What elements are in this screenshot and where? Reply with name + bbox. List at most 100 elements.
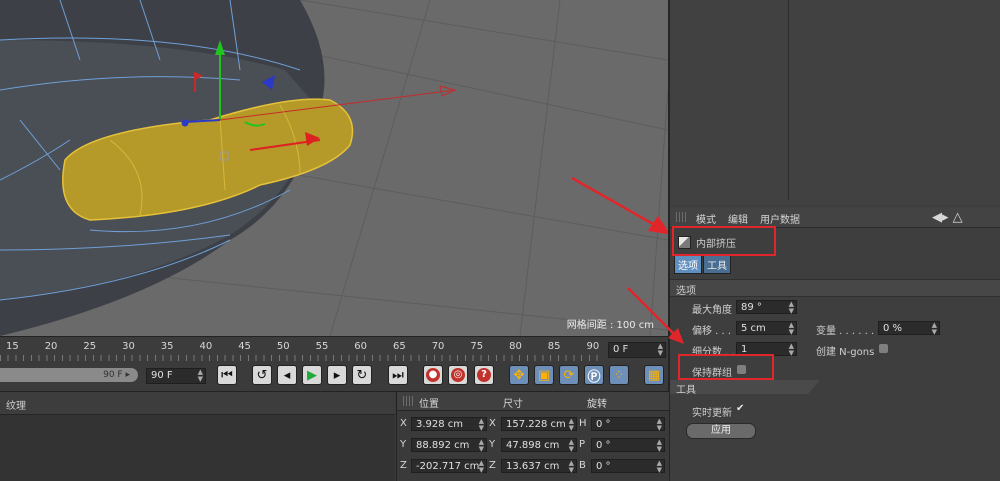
rotation-field-value: 0 ° [596, 419, 611, 430]
max-angle-label: 最大角度 [692, 305, 732, 316]
timeline-tick-label: 35 [160, 341, 174, 352]
rotate-key-icon[interactable]: ⟳ [559, 365, 579, 385]
move-key-icon[interactable]: ✥ [509, 365, 529, 385]
spinner-icon[interactable]: ▲ ▼ [932, 322, 937, 336]
realtime-update-label: 实时更新 [692, 408, 732, 419]
size-field-value: 157.228 cm [506, 419, 566, 430]
spinner-icon[interactable]: ▲ ▼ [657, 418, 662, 432]
end-frame-field[interactable]: 90 F ▲ ▼ [146, 368, 206, 384]
timeline-tick-label: 75 [470, 341, 484, 352]
menu-user-data[interactable]: 用户数据 [760, 211, 800, 226]
spinner-icon[interactable]: ▲ ▼ [569, 418, 574, 432]
size-axis-label: Y [489, 439, 496, 450]
menu-edit[interactable]: 编辑 [728, 211, 748, 226]
drag-grip-icon[interactable] [676, 212, 688, 222]
spinner-icon[interactable]: ▲ ▼ [789, 301, 794, 315]
timeline-ruler[interactable]: 15 20 25 30 35 40 45 50 55 60 65 70 75 80 85 90 0 F ▲ ▼ [0, 336, 668, 361]
timeline-tick-label: 25 [83, 341, 97, 352]
tool-section-header[interactable]: 工具 [670, 380, 820, 394]
annotation-arrows [571, 176, 668, 235]
rotation-axis-label: B [579, 460, 586, 471]
apply-button[interactable]: 应用 [686, 423, 756, 439]
spinner-icon[interactable]: ▲ ▼ [789, 343, 794, 357]
spinner-icon[interactable]: ▲ ▼ [198, 369, 203, 383]
coordinate-header: 位置 尺寸 旋转 [397, 392, 669, 411]
transport-bar: 90 F ▸ 90 F ▲ ▼ ⏮ ↺ ◂ ▶ ▸ ↻ ⏭ ● ◎ ? ✥ ▣ ⟳… [0, 361, 668, 392]
previous-frame-icon[interactable]: ◂ [277, 365, 297, 385]
rotation-field[interactable]: 0 ° ▲ ▼ [591, 459, 665, 474]
next-frame-icon[interactable]: ▸ [327, 365, 347, 385]
rotation-field-value: 0 ° [596, 461, 611, 472]
tool-section-label: 工具 [676, 385, 696, 396]
position-field[interactable]: 3.928 cm ▲ ▼ [411, 417, 487, 432]
3d-viewport[interactable]: 网格间距 : 100 cm [0, 0, 668, 336]
keyframe-selection-icon[interactable]: ? [474, 365, 494, 385]
position-field[interactable]: 88.892 cm ▲ ▼ [411, 438, 487, 453]
timeline-tick-label: 60 [354, 341, 368, 352]
spinner-icon[interactable]: ▲ ▼ [789, 322, 794, 336]
timeline-tick-label: 65 [393, 341, 406, 352]
spinner-icon[interactable]: ▲ ▼ [657, 439, 662, 453]
variance-field[interactable]: 0 % ▲ ▼ [878, 321, 940, 336]
size-field[interactable]: 13.637 cm ▲ ▼ [501, 459, 577, 474]
max-angle-field[interactable]: 89 ° ▲ ▼ [736, 300, 797, 315]
size-axis-label: Z [489, 460, 496, 471]
frame-range-slider[interactable]: 90 F ▸ [0, 368, 138, 382]
size-field[interactable]: 157.228 cm ▲ ▼ [501, 417, 577, 432]
timeline-window-icon[interactable]: ▦ [644, 365, 664, 385]
position-axis-label: Y [400, 439, 407, 450]
size-field[interactable]: 47.898 cm ▲ ▼ [501, 438, 577, 453]
position-axis-label: X [400, 418, 407, 429]
rotation-field[interactable]: 0 ° ▲ ▼ [591, 438, 665, 453]
create-ngons-checkbox[interactable] [879, 344, 888, 353]
previous-key-icon[interactable]: ↺ [252, 365, 272, 385]
position-field[interactable]: -202.717 cm ▲ ▼ [411, 459, 487, 474]
options-section-header[interactable]: 选项 [670, 279, 1000, 297]
slider-arrow-icon: ▸ [125, 370, 130, 380]
record-keys-icon[interactable]: ● [423, 365, 443, 385]
position-field-value: 3.928 cm [416, 419, 464, 430]
parameter-key-icon[interactable]: Ⓟ [584, 365, 604, 385]
slider-value: 90 F [103, 370, 123, 380]
tab-options[interactable]: 选项 [674, 255, 702, 274]
menu-mode[interactable]: 模式 [696, 211, 716, 226]
viewport-canvas[interactable] [0, 0, 668, 336]
spinner-icon[interactable]: ▲ ▼ [657, 460, 662, 474]
spinner-icon[interactable]: ▲ ▼ [479, 439, 484, 453]
max-angle-value: 89 ° [741, 302, 762, 313]
drag-grip-icon[interactable] [403, 396, 415, 406]
rotation-field[interactable]: 0 ° ▲ ▼ [591, 417, 665, 432]
rotation-axis-label: P [579, 439, 586, 450]
nav-back-arrow-icon[interactable]: ◀▸ △ [932, 210, 963, 225]
material-manager[interactable]: 纹理 [0, 392, 395, 481]
position-field-value: -202.717 cm [416, 461, 480, 472]
go-to-start-icon[interactable]: ⏮ [217, 365, 237, 385]
timeline-tick-label: 45 [238, 341, 251, 352]
object-manager[interactable] [670, 0, 1000, 205]
spinner-icon[interactable]: ▲ ▼ [479, 418, 484, 432]
timeline-tick-label: 50 [276, 341, 290, 352]
position-axis-label: Z [400, 460, 407, 471]
realtime-update-checkbox[interactable]: ✔ [736, 403, 744, 414]
next-key-icon[interactable]: ↻ [352, 365, 372, 385]
timeline-tick-label: 90 [586, 341, 600, 352]
timeline-tick-label: 20 [44, 341, 58, 352]
spinner-icon[interactable]: ▲ ▼ [479, 460, 484, 474]
play-icon[interactable]: ▶ [302, 365, 322, 385]
spinner-icon[interactable]: ▲ ▼ [569, 439, 574, 453]
autokey-icon[interactable]: ◎ [448, 365, 468, 385]
variance-value: 0 % [883, 323, 903, 334]
timeline-tick-label: 85 [547, 341, 561, 352]
tab-tool[interactable]: 工具 [703, 255, 731, 274]
size-field-value: 47.898 cm [506, 440, 560, 451]
material-title[interactable]: 纹理 [6, 397, 26, 412]
go-to-end-icon[interactable]: ⏭ [388, 365, 408, 385]
rotation-axis-label: H [579, 418, 587, 429]
scale-key-icon[interactable]: ▣ [534, 365, 554, 385]
point-level-icon[interactable]: ⁘ [609, 365, 629, 385]
annotation-box-preserve-groups [678, 354, 774, 380]
spinner-icon[interactable]: ▲ ▼ [569, 460, 574, 474]
size-header: 尺寸 [503, 399, 523, 410]
offset-field[interactable]: 5 cm ▲ ▼ [736, 321, 797, 336]
coordinate-manager: 位置 尺寸 旋转 X 3.928 cm ▲ ▼ X 157.228 cm ▲ ▼ H 0 ° ▲ ▼ Y… [396, 392, 669, 481]
